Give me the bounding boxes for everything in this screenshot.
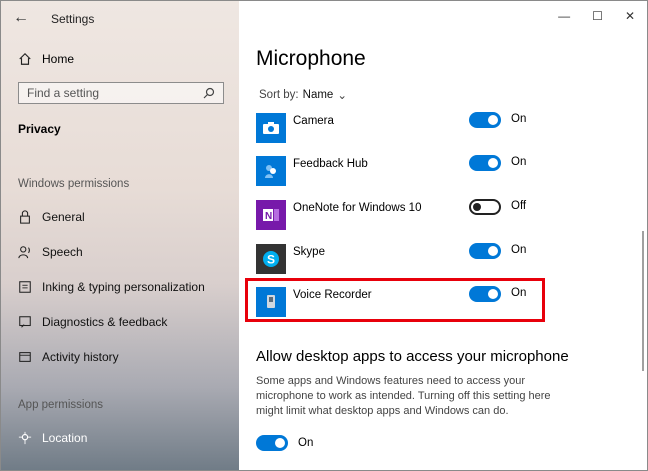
window-title: Settings [51,12,95,26]
sort-by-label: Sort by: [259,89,299,101]
app-name: Feedback Hub [293,158,368,170]
skype-icon: S [256,244,286,274]
feedback-hub-toggle[interactable] [469,155,501,171]
close-icon[interactable]: ✕ [625,9,635,23]
sidebar-item-speech[interactable]: Speech [18,245,83,259]
app-row-camera: Camera On [256,111,536,145]
home-nav-item[interactable]: Home [18,52,74,66]
section-title-app-permissions: App permissions [18,399,104,411]
settings-window: ← Settings Home Find a setting Privacy W… [0,0,648,471]
sort-by-value: Name [302,89,334,101]
sidebar-item-inking[interactable]: Inking & typing personalization [18,280,205,294]
search-placeholder: Find a setting [27,86,100,100]
feedback-hub-icon [256,156,286,186]
maximize-icon[interactable]: ☐ [592,9,603,23]
sidebar-item-label: Location [42,431,88,445]
toggle-state-label: On [298,437,314,449]
title-bar: ← Settings [1,1,239,35]
sidebar: ← Settings Home Find a setting Privacy W… [1,1,239,470]
app-name: Skype [293,246,325,258]
speech-icon [18,246,30,259]
desktop-apps-toggle-row: On [256,435,356,455]
camera-toggle[interactable] [469,112,501,128]
sidebar-item-label: General [42,210,85,224]
location-icon [18,431,32,445]
highlight-box [245,278,545,322]
toggle-state-label: On [511,244,527,256]
svg-text:N: N [265,211,272,222]
desktop-apps-description: Some apps and Windows features need to a… [256,375,551,417]
onenote-icon: N [256,200,286,230]
diagnostics-icon [19,316,31,328]
app-name: OneNote for Windows 10 [293,202,422,214]
search-input[interactable]: Find a setting [18,82,224,104]
app-row-skype: S Skype On [256,242,536,276]
desktop-apps-heading: Allow desktop apps to access your microp… [256,348,569,365]
lock-icon [20,210,30,224]
sort-by-dropdown[interactable]: Sort by: Name ⌄ [259,88,347,102]
app-row-feedback-hub: Feedback Hub On [256,154,536,188]
window-controls: — ☐ ✕ [558,9,635,23]
activity-history-icon [19,352,31,362]
onenote-toggle[interactable] [469,199,501,215]
sidebar-item-label: Inking & typing personalization [42,280,205,294]
inking-icon [19,281,31,293]
sidebar-item-location[interactable]: Location [18,431,87,445]
section-title-windows-permissions: Windows permissions [18,178,130,190]
skype-toggle[interactable] [469,243,501,259]
search-icon [203,87,215,99]
page-title: Microphone [256,47,366,70]
sidebar-item-general[interactable]: General [18,210,85,224]
sidebar-item-diagnostics[interactable]: Diagnostics & feedback [18,315,167,329]
toggle-state-label: On [511,156,527,168]
back-arrow-icon[interactable]: ← [13,9,29,27]
scrollbar[interactable] [642,231,644,371]
sidebar-item-activity-history[interactable]: Activity history [18,350,119,364]
section-header-privacy: Privacy [18,122,61,136]
desktop-apps-toggle[interactable] [256,435,288,451]
home-icon [19,52,31,65]
chevron-down-icon: ⌄ [337,90,347,102]
sidebar-item-label: Diagnostics & feedback [42,315,168,329]
sidebar-item-label: Speech [42,245,83,259]
minimize-icon[interactable]: — [558,9,570,23]
app-name: Camera [293,115,334,127]
home-label: Home [42,52,75,66]
main-pane: — ☐ ✕ Microphone Sort by: Name ⌄ Camera … [239,1,647,470]
app-row-onenote: N OneNote for Windows 10 Off [256,198,536,232]
camera-icon [256,113,286,143]
svg-text:S: S [267,253,275,267]
toggle-state-label: On [511,113,527,125]
toggle-state-label: Off [511,200,527,212]
sidebar-item-label: Activity history [42,350,119,364]
